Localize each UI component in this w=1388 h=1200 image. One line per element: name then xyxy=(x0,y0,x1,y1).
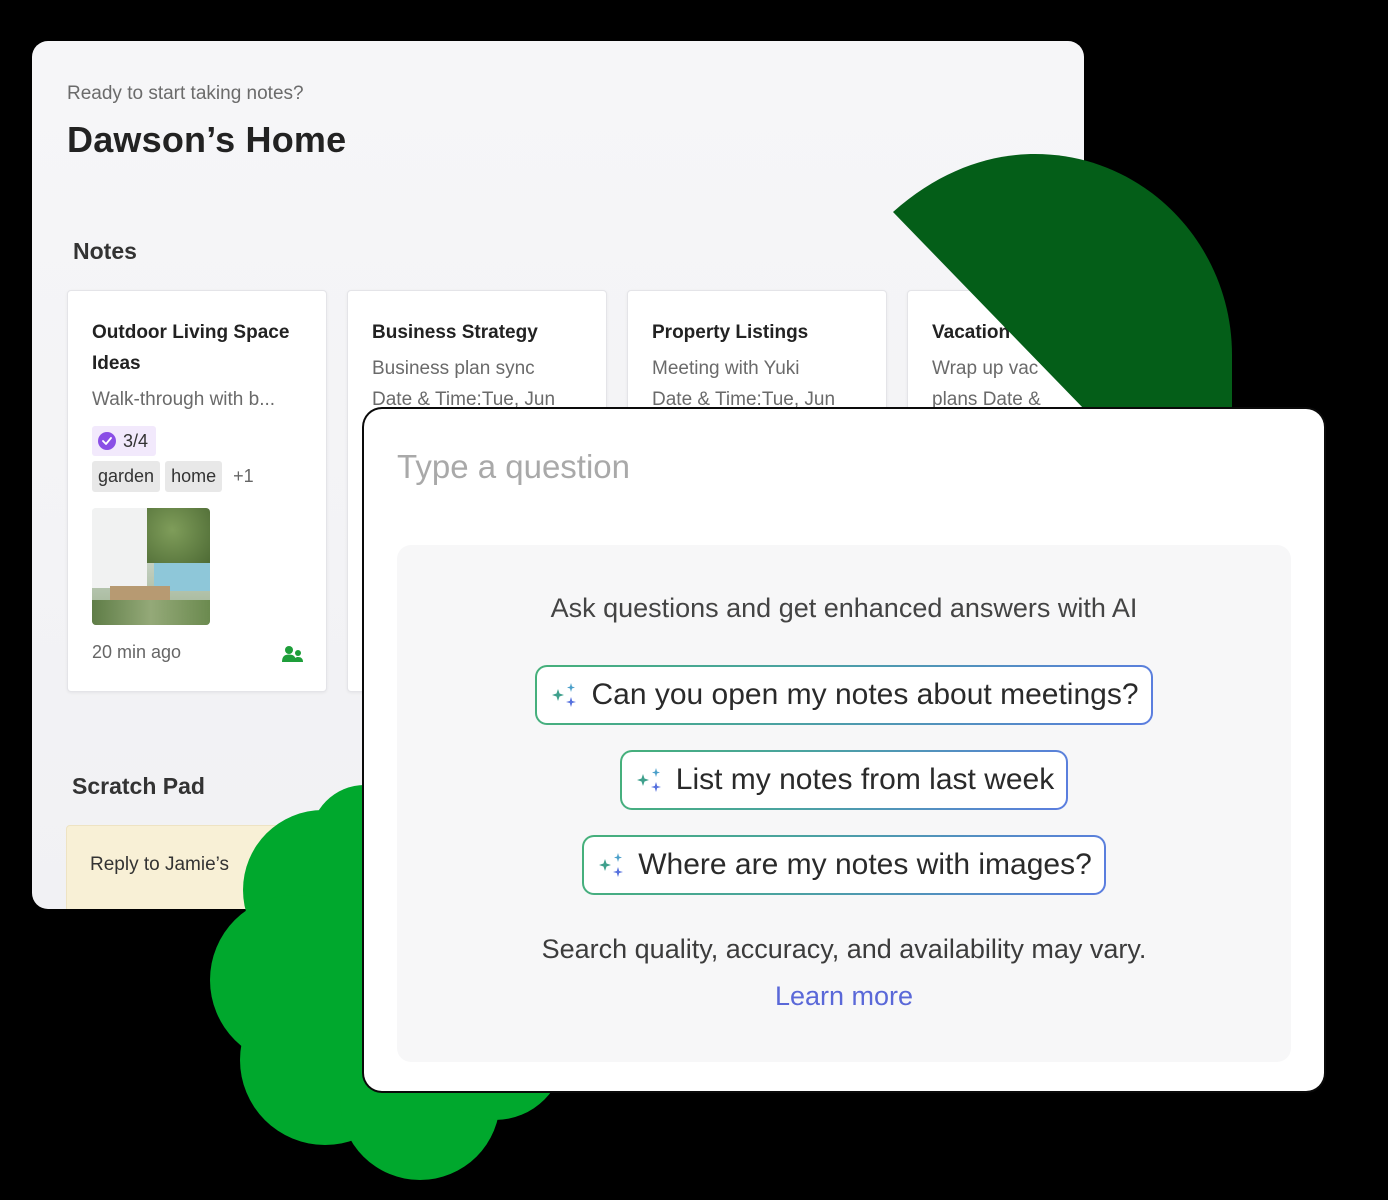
suggestion-label: List my notes from last week xyxy=(675,763,1055,796)
notes-section-heading[interactable]: Notes xyxy=(73,238,137,265)
note-card[interactable]: Outdoor Living Space Ideas Walk-through … xyxy=(67,290,327,692)
sparkle-icon xyxy=(552,683,577,707)
task-progress-badge: 3/4 xyxy=(92,426,157,456)
suggestion-row: Where are my notes with images? xyxy=(397,835,1291,895)
page-title: Dawson’s Home xyxy=(67,119,347,160)
learn-more-link[interactable]: Learn more xyxy=(397,981,1291,1012)
ai-search-panel: Ask questions and get enhanced answers w… xyxy=(364,409,1324,1091)
sparkle-icon xyxy=(636,768,661,792)
note-snippet: Business plan sync xyxy=(372,358,535,379)
suggestion-chip-last-week[interactable]: List my notes from last week xyxy=(620,750,1068,810)
sparkle-icon xyxy=(599,853,624,877)
disclaimer-text: Search quality, accuracy, and availabili… xyxy=(541,934,1147,964)
task-progress-text: 3/4 xyxy=(123,430,149,451)
note-image-thumbnail xyxy=(92,508,210,625)
suggestion-label: Can you open my notes about meetings? xyxy=(591,678,1139,711)
note-snippet: Meeting with Yuki xyxy=(652,358,800,379)
question-input[interactable] xyxy=(397,445,1097,489)
suggestion-row: Can you open my notes about meetings? xyxy=(397,665,1291,725)
note-timestamp: 20 min ago xyxy=(92,642,182,662)
suggestions-box: Ask questions and get enhanced answers w… xyxy=(397,545,1291,1062)
suggestion-chip-meetings[interactable]: Can you open my notes about meetings? xyxy=(535,665,1152,725)
ai-intro-text: Ask questions and get enhanced answers w… xyxy=(550,593,1138,623)
tag-list: garden home +1 xyxy=(92,461,254,492)
shared-users-icon xyxy=(282,646,303,662)
check-circle-icon xyxy=(98,432,116,450)
note-snippet: Walk-through with b... xyxy=(92,389,276,410)
more-tags-count[interactable]: +1 xyxy=(233,466,254,487)
suggestion-chip-images[interactable]: Where are my notes with images? xyxy=(582,835,1106,895)
note-title: Business Strategy xyxy=(372,322,538,343)
tag[interactable]: home xyxy=(165,461,223,492)
decorative-dark-green-shape xyxy=(893,154,1232,410)
note-title: Outdoor Living Space Ideas xyxy=(92,322,290,374)
suggestion-label: Where are my notes with images? xyxy=(638,848,1092,881)
greeting-text: Ready to start taking notes? xyxy=(67,83,304,104)
tag[interactable]: garden xyxy=(92,461,161,492)
scratch-pad-heading[interactable]: Scratch Pad xyxy=(72,773,205,800)
note-title: Property Listings xyxy=(652,322,809,343)
suggestion-row: List my notes from last week xyxy=(397,750,1291,810)
